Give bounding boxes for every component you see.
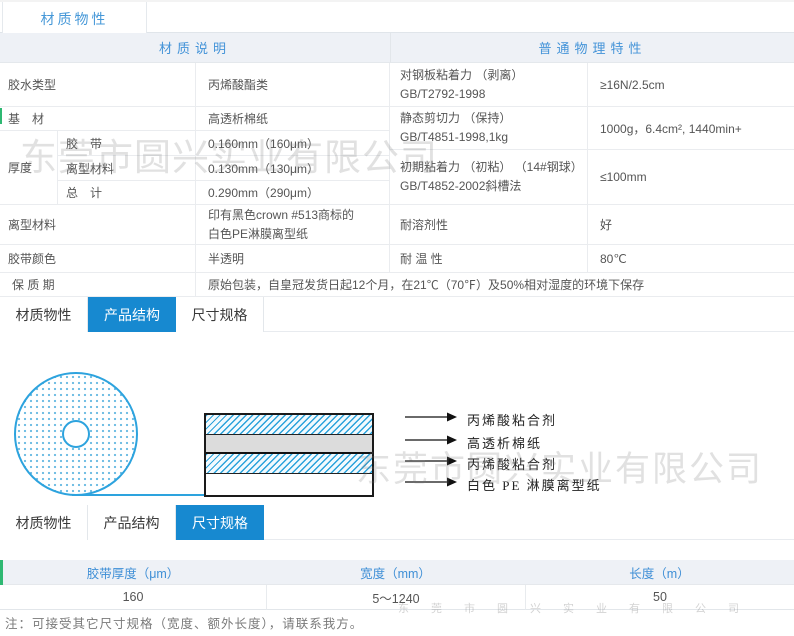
layer-annotation-3: 丙烯酸粘合剂 (405, 453, 557, 473)
peel-adhesion-value: ≥16N/2.5cm (588, 63, 794, 107)
size-value-length: 50 (525, 585, 794, 610)
tab-size-spec[interactable]: 尺寸规格 (176, 297, 264, 332)
peel-adhesion-label-line1: 对钢板粘着力 （剥离） (400, 67, 524, 82)
initial-tack-label-line2: GB/T4852-2002斜槽法 (400, 179, 522, 193)
tab-product-structure[interactable]: 产品结构 (88, 297, 176, 332)
layer-annotation-1: 丙烯酸粘合剂 (405, 409, 557, 429)
size-note: 注：可接受其它尺寸规格（宽度、额外长度），请联系我方。 (5, 617, 364, 631)
tape-color-value: 半透明 (196, 245, 390, 273)
tab-size-spec-2[interactable]: 尺寸规格 (176, 505, 264, 540)
top-tab-bar: 材质物性 (0, 0, 794, 35)
thickness-total-value: 0.290mm（290μm） (196, 181, 390, 205)
green-artifact-mark (0, 560, 3, 585)
layer-tissue (206, 435, 372, 454)
release-liner-value-line2: 白色PE淋膜离型纸 (208, 226, 309, 241)
product-spec-page: 材质物性 材质说明 普通物理特性 胶水类型 丙烯酸酯类 基 材 高透析棉纸 厚度… (0, 0, 794, 636)
peel-adhesion-label: 对钢板粘着力 （剥离） GB/T2792-1998 (390, 63, 588, 107)
tape-color-label: 胶带颜色 (0, 245, 196, 273)
arrow-right-icon (405, 410, 457, 428)
thickness-liner-label: 离型材料 (58, 156, 196, 181)
tab-material-properties[interactable]: 材质物性 (0, 297, 88, 332)
physical-properties-header: 普通物理特性 (390, 33, 794, 63)
release-liner-value: 印有黑色crown #513商标的 白色PE淋膜离型纸 (196, 205, 390, 245)
shelf-life-label: 保 质 期 (0, 273, 196, 297)
peel-adhesion-label-line2: GB/T2792-1998 (400, 86, 486, 101)
layer-label-adhesive-bottom: 丙烯酸粘合剂 (467, 456, 558, 472)
temperature-resistance-value: 80℃ (588, 245, 794, 273)
base-material-label: 基 材 (0, 107, 196, 131)
static-shear-label: 静态剪切力 （保持） GB/T4851-1998,1kg (390, 107, 588, 150)
size-value-thickness: 160 (0, 585, 266, 610)
layer-label-adhesive-top: 丙烯酸粘合剂 (467, 412, 558, 428)
arrow-right-icon (405, 433, 457, 451)
arrow-right-icon (405, 454, 457, 472)
layer-adhesive-bottom (206, 454, 372, 474)
release-liner-label: 离型材料 (0, 205, 196, 245)
size-value-width: 5～1240 (266, 585, 525, 610)
initial-tack-label: 初期粘着力 （初粘） （14#钢球） GB/T4852-2002斜槽法 (390, 150, 588, 205)
layer-annotation-4: 白色 PE 淋膜离型纸 (405, 474, 602, 494)
solvent-resistance-value: 好 (588, 205, 794, 245)
temperature-resistance-label: 耐 温 性 (390, 245, 588, 273)
layer-adhesive-top (206, 415, 372, 435)
green-artifact-mark (0, 108, 2, 124)
size-header-thickness: 胶带厚度（μm） (0, 560, 266, 585)
initial-tack-label-line1: 初期粘着力 （初粘） （14#钢球） (400, 160, 583, 174)
thickness-liner-value: 0.130mm（130μm） (196, 156, 390, 181)
solvent-resistance-label: 耐溶剂性 (390, 205, 588, 245)
shelf-life-value: 原始包装，自皇冠发货日起12个月，在21℃（70℉）及50%相对湿度的环境下保存 (196, 273, 794, 297)
layer-label-release-paper: 白色 PE 淋膜离型纸 (467, 477, 602, 493)
static-shear-label-line1: 静态剪切力 （保持） (400, 111, 512, 125)
static-shear-value: 1000g，6.4cm², 1440min+ (588, 107, 794, 150)
glue-type-value: 丙烯酸酯类 (196, 63, 390, 107)
tab-material-properties-2[interactable]: 材质物性 (0, 505, 88, 540)
tape-roll-core (62, 420, 90, 448)
material-description-header: 材质说明 (0, 33, 390, 63)
release-liner-value-line1: 印有黑色crown #513商标的 (208, 207, 355, 222)
static-shear-label-line2: GB/T4851-1998,1kg (400, 130, 509, 144)
tab-product-structure-2[interactable]: 产品结构 (88, 505, 176, 540)
tab-material-properties-top[interactable]: 材质物性 (2, 2, 147, 35)
structure-tab-bar: 材质物性 产品结构 尺寸规格 (0, 297, 794, 332)
base-material-value: 高透析棉纸 (196, 107, 390, 131)
arrow-right-icon (405, 475, 457, 493)
initial-tack-value: ≤100mm (588, 150, 794, 205)
thickness-tape-value: 0.160mm（160μm） (196, 131, 390, 156)
thickness-total-label: 总 计 (58, 181, 196, 205)
size-header-length: 长度（m） (525, 560, 794, 585)
thickness-group-label: 厚度 (0, 131, 58, 205)
layer-annotation-2: 高透析棉纸 (405, 432, 542, 452)
glue-type-label: 胶水类型 (0, 63, 196, 107)
thickness-tape-label: 胶 带 (58, 131, 196, 156)
layer-label-tissue: 高透析棉纸 (467, 435, 543, 451)
size-header-width: 宽度（mm） (266, 560, 525, 585)
tape-unwind-line (72, 494, 206, 496)
size-tab-bar: 材质物性 产品结构 尺寸规格 (0, 505, 794, 540)
layer-stack-diagram (204, 413, 374, 497)
layer-release-paper (206, 474, 372, 495)
